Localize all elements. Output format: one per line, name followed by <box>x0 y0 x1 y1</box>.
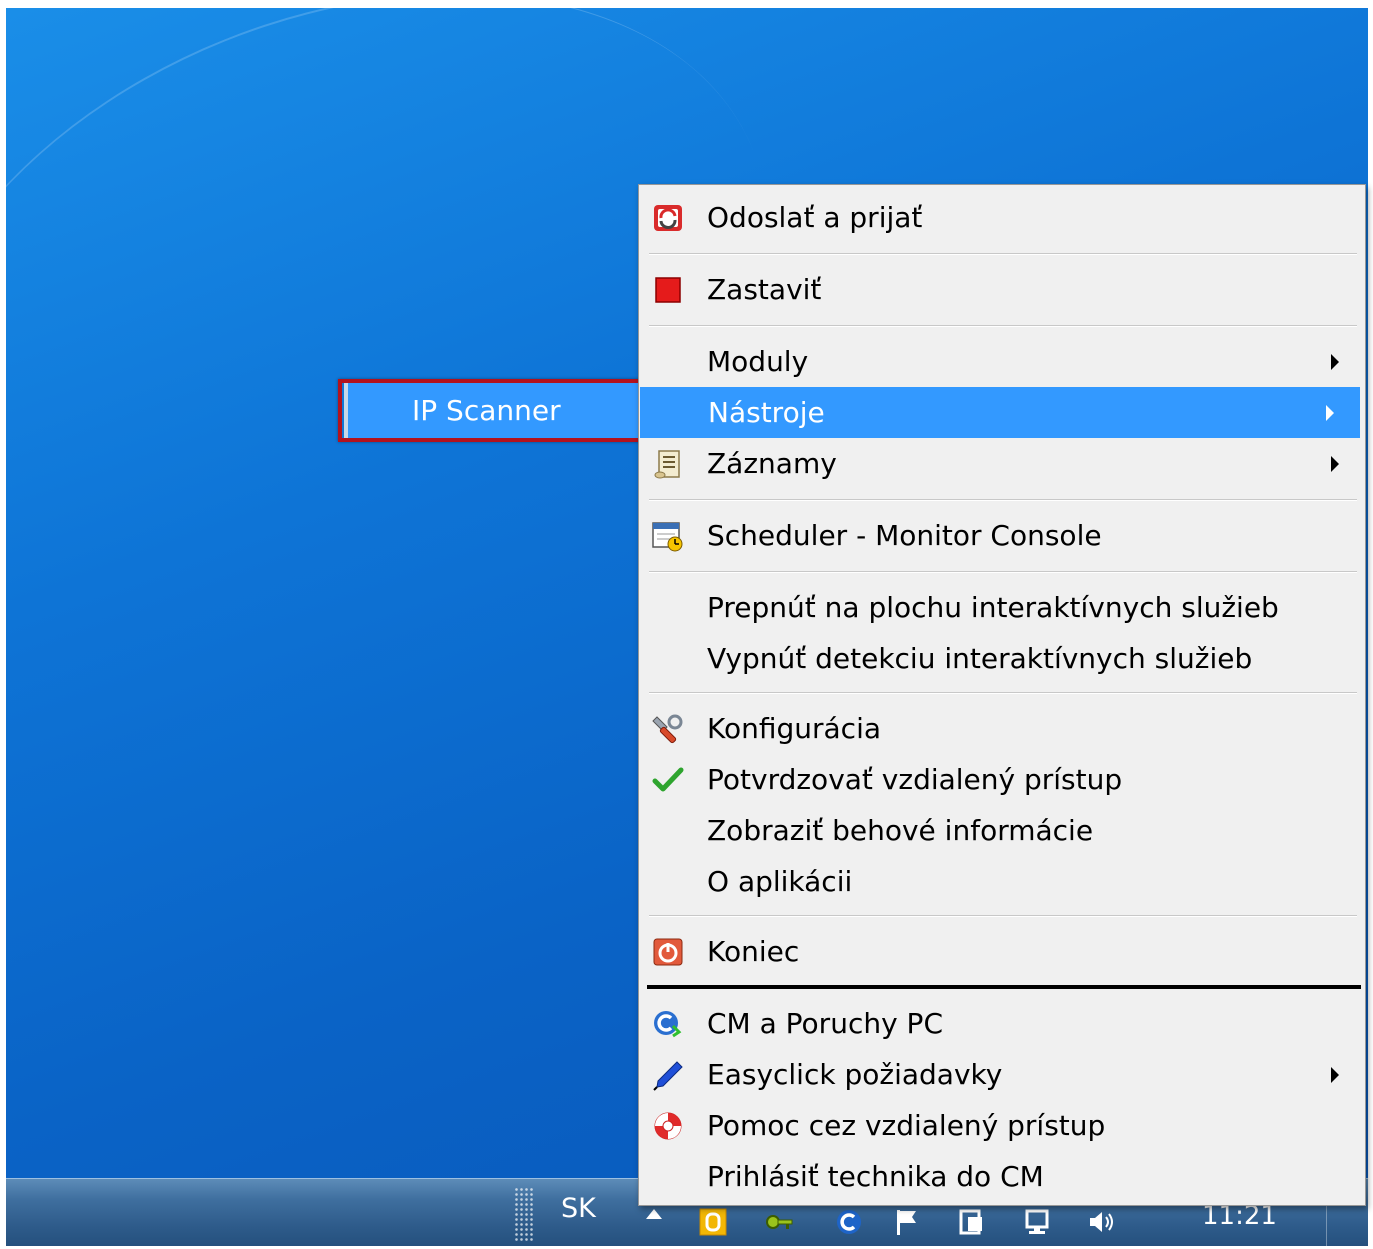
menu-item-cm-faults[interactable]: CM a Poruchy PC <box>639 998 1365 1049</box>
menu-separator <box>649 692 1357 694</box>
c-tray-icon[interactable] <box>834 1207 864 1237</box>
device-tray-icon[interactable] <box>956 1207 986 1237</box>
tools-icon <box>652 714 683 744</box>
menu-item-exit[interactable]: Koniec <box>639 926 1365 977</box>
menu-item-login-technician[interactable]: Prihlásiť technika do CM <box>639 1151 1365 1202</box>
office-tray-icon[interactable] <box>698 1207 728 1237</box>
lifebuoy-icon <box>654 1112 682 1140</box>
menu-separator-thick <box>647 985 1361 989</box>
menu-item-label: Moduly <box>707 345 809 378</box>
menu-separator <box>649 915 1357 917</box>
menu-item-stop[interactable]: Zastaviť <box>639 264 1365 315</box>
menu-item-label: Zastaviť <box>707 273 822 306</box>
flag-tray-icon[interactable] <box>892 1207 922 1237</box>
language-indicator[interactable]: SK <box>561 1193 596 1224</box>
menu-item-label: Scheduler - Monitor Console <box>707 519 1102 552</box>
menu-item-switch-desktop[interactable]: Prepnúť na plochu interaktívnych služieb <box>639 582 1365 633</box>
menu-item-label: Prihlásiť technika do CM <box>707 1160 1044 1193</box>
menu-item-label: Zobraziť behové informácie <box>707 814 1094 847</box>
menu-item-runtime-info[interactable]: Zobraziť behové informácie <box>639 805 1365 856</box>
menu-item-label: Easyclick požiadavky <box>707 1058 1003 1091</box>
submenu-arrow-icon <box>1331 456 1339 472</box>
menu-item-remote-help[interactable]: Pomoc cez vzdialený prístup <box>639 1100 1365 1151</box>
submenu-arrow-icon <box>1331 354 1339 370</box>
menu-item-label: Odoslať a prijať <box>707 201 923 234</box>
cm-icon <box>654 1011 682 1038</box>
menu-separator <box>649 499 1357 501</box>
menu-item-send-receive[interactable]: Odoslať a prijať <box>639 192 1365 243</box>
scheduler-icon <box>652 522 683 552</box>
menu-item-about[interactable]: O aplikácii <box>639 856 1365 907</box>
menu-item-label: Konfigurácia <box>707 712 882 745</box>
show-hidden-icons-button[interactable] <box>646 1209 662 1219</box>
menu-item-scheduler[interactable]: Scheduler - Monitor Console <box>639 510 1365 561</box>
send-receive-icon <box>654 205 682 231</box>
menu-separator <box>649 571 1357 573</box>
key-tray-icon[interactable] <box>764 1207 794 1237</box>
menu-item-configuration[interactable]: Konfigurácia <box>639 703 1365 754</box>
volume-tray-icon[interactable] <box>1086 1207 1116 1237</box>
menu-item-confirm-remote-access[interactable]: Potvrdzovať vzdialený prístup <box>639 754 1365 805</box>
pen-icon <box>653 1061 683 1091</box>
menu-separator <box>649 325 1357 327</box>
checkmark-icon <box>652 767 684 792</box>
menu-item-records[interactable]: Záznamy <box>639 438 1365 489</box>
menu-item-label: O aplikácii <box>707 865 853 898</box>
menu-item-label: CM a Poruchy PC <box>707 1007 943 1040</box>
menu-item-disable-detection[interactable]: Vypnúť detekciu interaktívnych služieb <box>639 633 1365 684</box>
network-tray-icon[interactable] <box>1022 1207 1052 1237</box>
menu-separator <box>649 253 1357 255</box>
scroll-icon <box>654 450 680 479</box>
callout-highlight-box <box>338 379 648 442</box>
menu-item-label: Potvrdzovať vzdialený prístup <box>707 763 1123 796</box>
menu-item-tools[interactable]: Nástroje <box>640 387 1360 438</box>
menu-item-label: Nástroje <box>708 396 825 429</box>
menu-item-label: Prepnúť na plochu interaktívnych služieb <box>707 591 1279 624</box>
taskbar-grip[interactable] <box>514 1187 534 1243</box>
menu-item-modules[interactable]: Moduly <box>639 336 1365 387</box>
submenu-arrow-icon <box>1331 1067 1339 1083</box>
menu-item-label: Vypnúť detekciu interaktívnych služieb <box>707 642 1253 675</box>
menu-item-easyclick-requests[interactable]: Easyclick požiadavky <box>639 1049 1365 1100</box>
context-menu: Odoslať a prijať Zastaviť Moduly Nástroj… <box>638 184 1366 1206</box>
menu-item-label: Pomoc cez vzdialený prístup <box>707 1109 1106 1142</box>
power-icon <box>653 938 683 966</box>
stop-icon <box>655 277 681 303</box>
menu-item-label: Koniec <box>707 935 800 968</box>
submenu-arrow-icon <box>1326 405 1334 421</box>
menu-item-label: Záznamy <box>707 447 837 480</box>
